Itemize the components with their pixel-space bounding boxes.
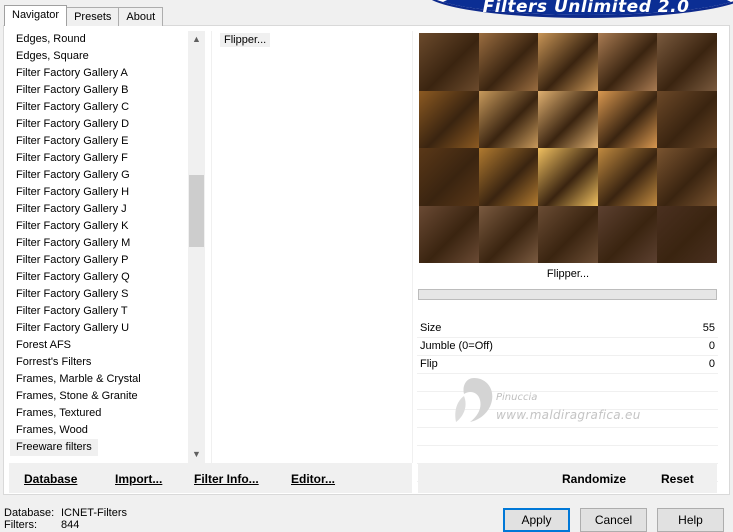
editor-button[interactable]: Editor... <box>291 472 335 486</box>
category-item[interactable]: Forrest's Filters <box>10 354 205 371</box>
import-button[interactable]: Import... <box>115 472 162 486</box>
category-item[interactable]: Filter Factory Gallery M <box>10 235 205 252</box>
preview-tile <box>657 205 717 263</box>
preview-tile <box>538 148 598 206</box>
tab-navigator[interactable]: Navigator <box>4 5 68 26</box>
preview-tile <box>478 205 539 263</box>
category-item[interactable]: Filter Factory Gallery F <box>10 150 205 167</box>
watermark-logo-icon <box>455 378 493 422</box>
category-item[interactable]: Frames, Wood <box>10 422 205 439</box>
cancel-button[interactable]: Cancel <box>580 508 647 532</box>
category-item[interactable]: Filter Factory Gallery C <box>10 99 205 116</box>
category-item[interactable]: Frames, Marble & Crystal <box>10 371 205 388</box>
randomize-button[interactable]: Randomize <box>562 472 626 486</box>
preview-tile <box>419 33 479 91</box>
preview-tile <box>478 33 539 91</box>
param-value: 0 <box>708 340 715 352</box>
filter-item-selected[interactable]: Flipper... <box>220 33 271 47</box>
scroll-thumb[interactable] <box>189 175 204 247</box>
category-list[interactable]: Edges, Round Edges, Square Filter Factory … <box>10 31 205 463</box>
status-filters-label: Filters: <box>4 519 37 531</box>
param-row-jumble[interactable]: Jumble (0=Off) 0 <box>417 338 718 356</box>
watermark: Pinuccia www.maldiragrafica.eu <box>452 372 712 432</box>
tab-about[interactable]: About <box>118 7 164 26</box>
category-item[interactable]: Freeware filters <box>10 439 98 456</box>
preview-tile <box>597 33 658 91</box>
preview-tile <box>597 90 658 148</box>
preview-tile <box>538 90 598 148</box>
watermark-name: Pinuccia <box>496 392 538 403</box>
preview-image <box>419 33 717 263</box>
param-label: Flip <box>420 358 438 370</box>
category-item[interactable]: Filter Factory Gallery A <box>10 65 205 82</box>
category-item[interactable]: Filter Factory Gallery H <box>10 184 205 201</box>
status-database-label: Database: <box>4 507 55 519</box>
category-item[interactable]: Filter Factory Gallery D <box>10 116 205 133</box>
category-item[interactable]: Filter Factory Gallery T <box>10 303 205 320</box>
preview-tile <box>419 90 479 148</box>
tab-presets[interactable]: Presets <box>66 7 120 26</box>
category-item[interactable]: Edges, Round <box>10 31 205 48</box>
preview-tile <box>657 90 717 148</box>
category-item[interactable]: Filter Factory Gallery K <box>10 218 205 235</box>
preview-tile <box>478 90 539 148</box>
tab-bar: Navigator Presets About <box>4 5 164 26</box>
help-button[interactable]: Help <box>657 508 724 532</box>
reset-button[interactable]: Reset <box>661 472 694 486</box>
preview-filter-name: Flipper... <box>546 268 590 280</box>
preview-tile <box>597 148 658 206</box>
scroll-up-arrow-icon[interactable]: ▲ <box>188 31 205 48</box>
category-item[interactable]: Filter Factory Gallery Q <box>10 269 205 286</box>
param-row-empty <box>417 446 718 464</box>
preview-tile <box>538 205 598 263</box>
preview-tile <box>597 205 658 263</box>
category-item[interactable]: Frames, Textured <box>10 405 205 422</box>
status-database-value: ICNET-Filters <box>61 507 127 519</box>
category-item[interactable]: Filter Factory Gallery J <box>10 201 205 218</box>
param-value: 0 <box>708 358 715 370</box>
apply-button[interactable]: Apply <box>503 508 570 532</box>
category-item[interactable]: Filter Factory Gallery U <box>10 320 205 337</box>
right-button-bar: Randomize Reset <box>418 463 717 493</box>
category-item[interactable]: Filter Factory Gallery G <box>10 167 205 184</box>
database-button[interactable]: Database <box>24 472 77 486</box>
status-filters-value: 844 <box>61 519 80 531</box>
category-item[interactable]: Filter Factory Gallery P <box>10 252 205 269</box>
category-item[interactable]: Forest AFS <box>10 337 205 354</box>
preview-tile <box>538 33 598 91</box>
preview-tile <box>419 148 479 206</box>
category-item[interactable]: Filter Factory Gallery S <box>10 286 205 303</box>
param-value: 55 <box>702 322 715 334</box>
param-label: Size <box>420 322 442 334</box>
watermark-url: www.maldiragrafica.eu <box>496 408 641 422</box>
category-item[interactable]: Frames, Stone & Granite <box>10 388 205 405</box>
banner-title: Filters Unlimited 2.0 <box>482 0 690 17</box>
preview-tile <box>657 148 717 206</box>
param-label: Jumble (0=Off) <box>420 340 493 352</box>
category-scrollbar[interactable]: ▲ ▼ <box>188 31 205 463</box>
filter-list[interactable]: Flipper... <box>211 31 413 463</box>
left-button-bar: Database Import... Filter Info... Editor… <box>9 463 412 493</box>
category-item[interactable]: Filter Factory Gallery E <box>10 133 205 150</box>
status-area: Database: ICNET-Filters Filters: 844 <box>4 507 127 531</box>
preview-tile <box>419 205 479 263</box>
filter-info-button[interactable]: Filter Info... <box>194 472 259 486</box>
category-item[interactable]: Filter Factory Gallery B <box>10 82 205 99</box>
preview-tile <box>657 33 717 91</box>
progress-bar <box>418 289 717 300</box>
scroll-down-arrow-icon[interactable]: ▼ <box>188 446 205 463</box>
param-row-size[interactable]: Size 55 <box>417 320 718 338</box>
category-item[interactable]: Edges, Square <box>10 48 205 65</box>
preview-tile <box>478 148 539 206</box>
